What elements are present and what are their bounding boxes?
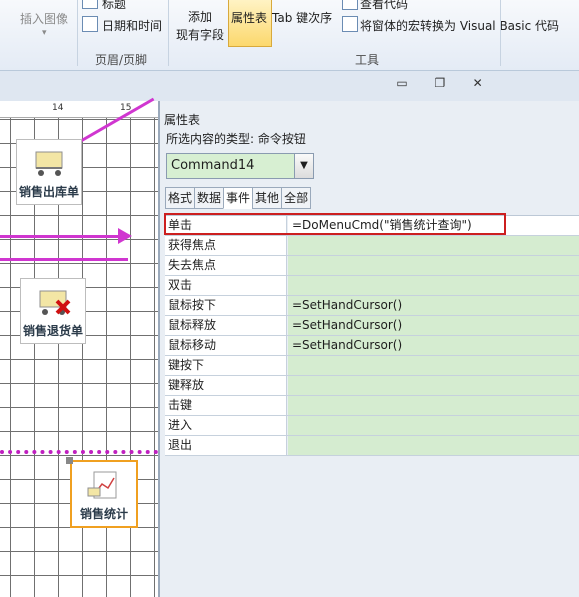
view-code-icon [342,0,358,10]
property-name: 击键 [165,396,287,415]
property-value[interactable]: =SetHandCursor() [288,296,579,315]
property-row-lost-focus[interactable]: 失去焦点 [165,256,579,276]
add-existing-fields-label-2: 现有字段 [176,28,225,42]
property-row-key-up[interactable]: 键释放 [165,376,579,396]
tab-event[interactable]: 事件 [223,187,254,209]
header-footer-group-label: 页眉/页脚 [95,53,148,67]
property-name: 键释放 [165,376,287,395]
property-row-got-focus[interactable]: 获得焦点 [165,236,579,256]
tab-order-button[interactable]: Tab 键次序 [272,9,332,26]
property-row-key-press[interactable]: 击键 [165,396,579,416]
property-row-mouse-up[interactable]: 鼠标释放 =SetHandCursor() [165,316,579,336]
close-icon[interactable]: ✕ [461,76,495,90]
button-label: 销售出库单 [18,185,79,199]
sales-outbound-button[interactable]: 销售出库单 [16,139,82,205]
property-row-key-down[interactable]: 键按下 [165,356,579,376]
property-sheet-title: 属性表 [164,113,201,127]
divider [77,0,78,66]
view-code-button[interactable]: 查看代码 [360,0,408,12]
restore-icon[interactable]: ❐ [423,76,457,90]
tab-other[interactable]: 其他 [252,187,283,209]
button-label: 销售统计 [79,507,128,521]
title-button[interactable]: 标题 [102,0,126,12]
property-row-mouse-down[interactable]: 鼠标按下 =SetHandCursor() [165,296,579,316]
property-row-mouse-move[interactable]: 鼠标移动 =SetHandCursor() [165,336,579,356]
property-name: 键按下 [165,356,287,375]
property-name: 获得焦点 [165,236,287,255]
property-name: 退出 [165,436,287,455]
control-select[interactable]: Command14 ▼ [166,153,314,179]
cart-remove-icon [39,290,71,315]
property-sheet-pane: 属性表 所选内容的类型: 命令按钮 Command14 ▼ 格式 数据 事件 其他 全部… [158,101,579,597]
property-tabs: 格式 数据 事件 其他 全部 [165,187,312,209]
title-icon [82,0,98,9]
insert-image-button[interactable]: 插入图像 [20,10,68,27]
divider [168,0,169,66]
ribbon: 插入图像 ▾ 标题 日期和时间 页眉/页脚 添加 现有字段 属性表 Tab 键次… [0,0,579,71]
property-value[interactable] [288,436,579,455]
property-value[interactable] [288,356,579,375]
resize-handle[interactable] [66,457,73,464]
datetime-button[interactable]: 日期和时间 [102,17,162,34]
property-sheet-button[interactable]: 属性表 [228,0,272,47]
minimize-icon[interactable]: ▭ [385,76,419,90]
property-row-exit[interactable]: 退出 [165,436,579,456]
convert-macro-icon [342,16,358,32]
property-name: 鼠标释放 [165,316,287,335]
annotation-arrow [0,235,120,238]
window-controls: ▭ ❐ ✕ [385,76,495,94]
add-existing-fields-button[interactable]: 添加 [188,8,212,25]
property-value[interactable] [288,276,579,295]
convert-macros-button[interactable]: 将窗体的宏转换为 Visual Basic 代码 [360,17,559,34]
property-value[interactable] [288,376,579,395]
highlight-box [164,213,506,235]
divider [500,0,501,66]
property-value[interactable]: =SetHandCursor() [288,316,579,335]
control-select-value: Command14 [171,158,255,173]
ruler-mark: 14 [52,103,64,113]
property-row-enter[interactable]: 进入 [165,416,579,436]
property-name: 鼠标按下 [165,296,287,315]
property-name: 双击 [165,276,287,295]
property-value[interactable] [288,416,579,435]
property-grid: 单击 =DoMenuCmd("销售统计查询") 获得焦点 失去焦点 双击 鼠标按下… [165,215,579,456]
property-value[interactable] [288,396,579,415]
section-divider [0,450,158,454]
chevron-down-icon[interactable]: ▼ [294,154,313,178]
property-value[interactable]: =SetHandCursor() [288,336,579,355]
property-value[interactable] [288,256,579,275]
annotation-arrow [0,258,128,261]
property-name: 鼠标移动 [165,336,287,355]
sales-statistics-button[interactable]: 销售统计 [70,460,138,528]
property-sheet-label: 属性表 [231,11,268,25]
tab-all[interactable]: 全部 [281,187,312,209]
chevron-down-icon: ▾ [42,28,47,38]
tools-group-label: 工具 [355,53,380,67]
selection-type-label: 所选内容的类型: 命令按钮 [166,132,306,146]
tab-data[interactable]: 数据 [194,187,225,209]
arrow-head-icon [118,228,132,244]
property-row-double-click[interactable]: 双击 [165,276,579,296]
calendar-icon [82,16,98,32]
sales-return-button[interactable]: 销售退货单 [20,278,86,344]
chart-document-icon [87,471,117,499]
property-name: 失去焦点 [165,256,287,275]
button-label: 销售退货单 [22,324,83,338]
tab-format[interactable]: 格式 [165,187,196,209]
property-value[interactable] [288,236,579,255]
shopping-cart-icon [35,151,63,176]
property-name: 进入 [165,416,287,435]
